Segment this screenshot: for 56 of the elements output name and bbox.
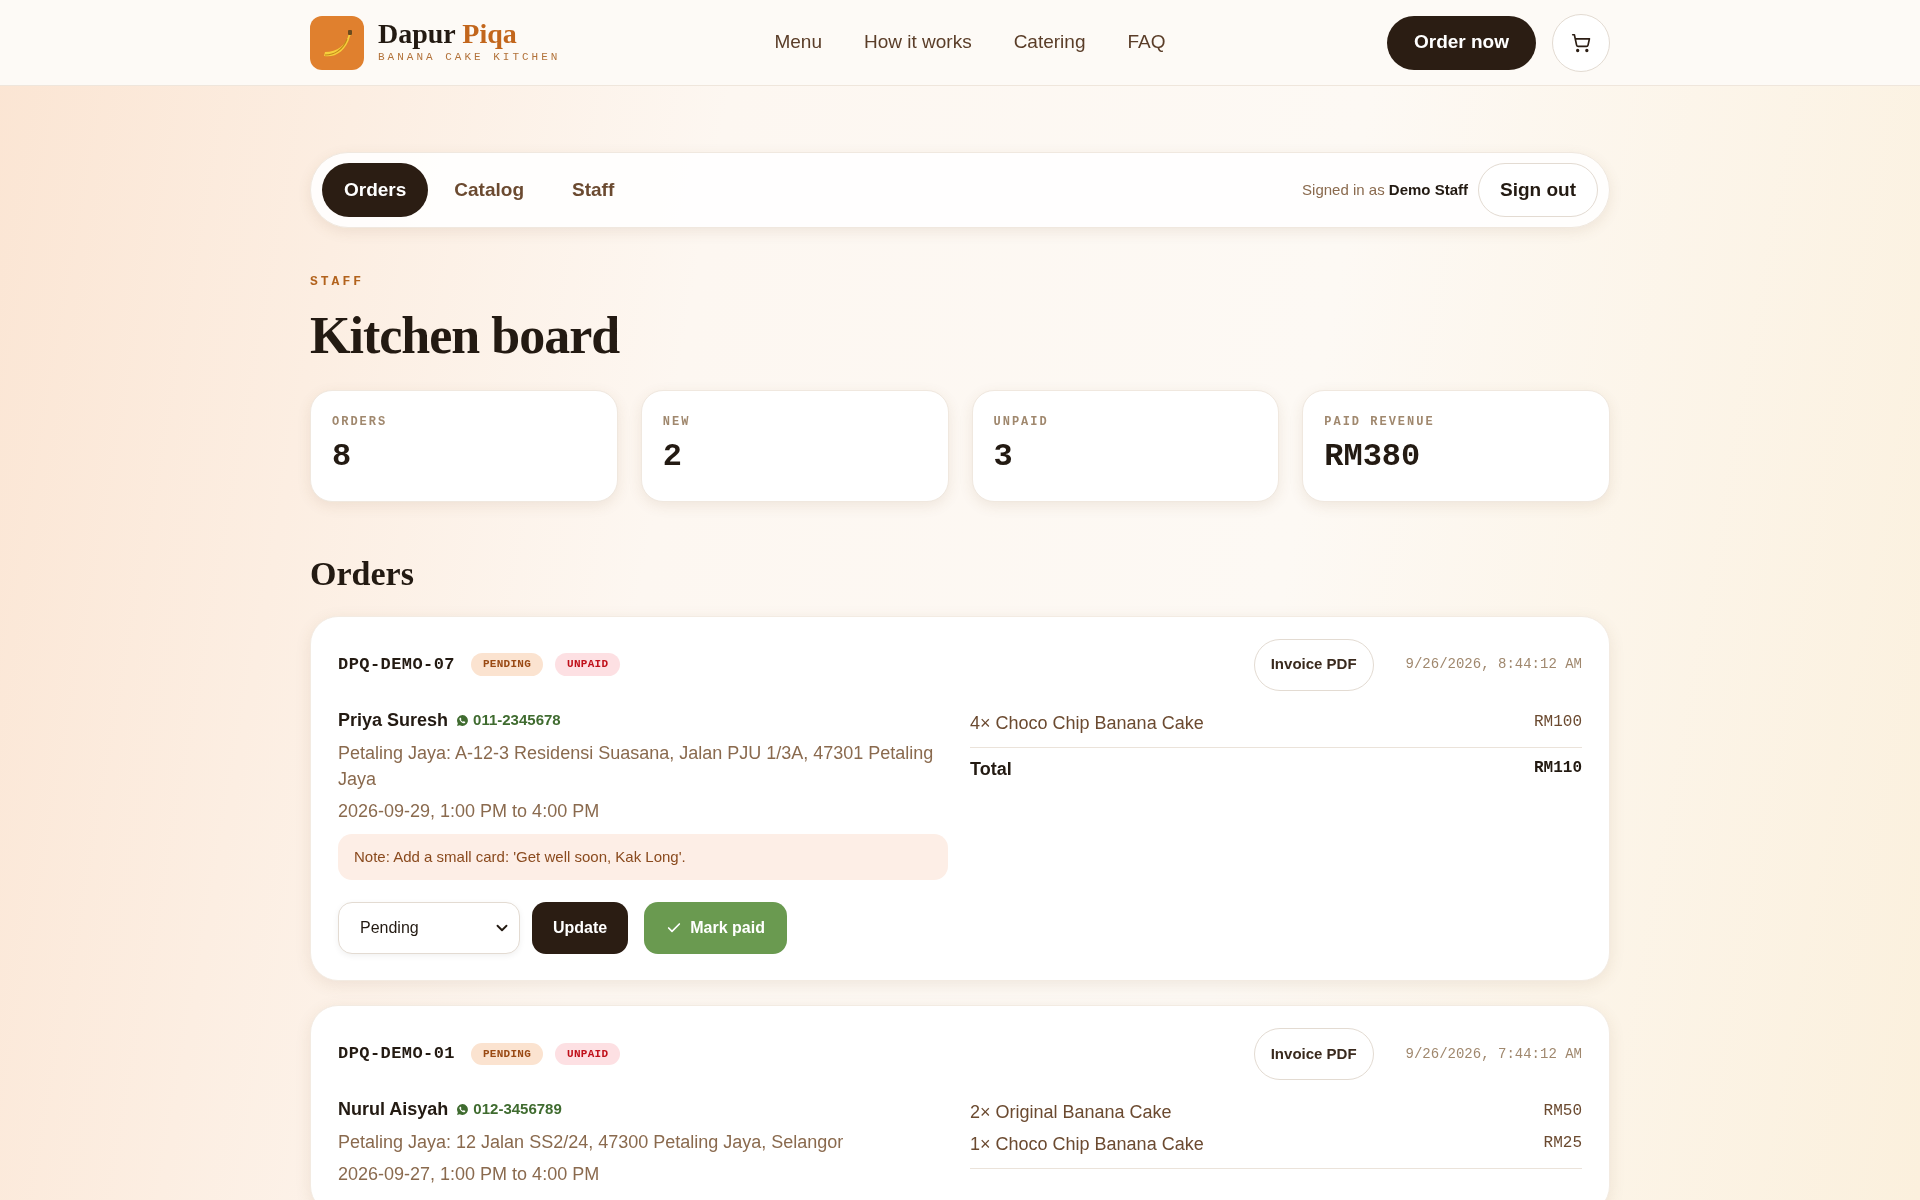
stat-value: 3 (993, 438, 1014, 475)
item-price: RM50 (1543, 1101, 1582, 1122)
customer-phone: 012-3456789 (473, 1099, 562, 1120)
cart-icon (1571, 32, 1591, 53)
delivery-address: Petaling Jaya: 12 Jalan SS2/24, 47300 Petaling Jaya, Selangor (338, 1131, 845, 1154)
stat-value: 8 (332, 438, 353, 475)
whatsapp-icon (456, 1103, 470, 1116)
signed-in-text: Signed in as Demo Staff (1302, 179, 1468, 200)
tab[interactable]: Catalog (432, 163, 546, 217)
stat-label: PAID REVENUE (1324, 413, 1436, 431)
page-title: Kitchen board (310, 305, 621, 366)
item-name: 2× Original Banana Cake (970, 1101, 1172, 1124)
status-badge: PENDING (470, 653, 544, 676)
nav-link[interactable]: Menu (774, 28, 822, 57)
delivery-slot: 2026-09-27, 1:00 PM to 4:00 PM (338, 1161, 948, 1187)
whatsapp-icon (456, 713, 470, 727)
order-id: DPQ-DEMO-01 (338, 1043, 455, 1066)
item-name: 4× Choco Chip Banana Cake (970, 711, 1204, 735)
delivery-address: Petaling Jaya: A-12-3 Residensi Suasana, Jalan PJU 1/3A, 47301 Petaling Jaya (338, 741, 935, 791)
stat-label: UNPAID (993, 413, 1050, 431)
section-heading: Orders (310, 553, 415, 594)
item-name: 1× Choco Chip Banana Cake (970, 1133, 1204, 1156)
order-note: Note: Add a small card: 'Get well soon, Kak Long'. (338, 833, 948, 880)
invoice-pdf-button[interactable]: Invoice PDF (1253, 1028, 1374, 1080)
nav-link[interactable]: Catering (1013, 28, 1086, 57)
order-now-button[interactable]: Order now (1387, 15, 1536, 70)
stat-value: RM380 (1324, 438, 1422, 475)
stat-value: 2 (662, 438, 683, 475)
delivery-slot: 2026-09-29, 1:00 PM to 4:00 PM (338, 797, 948, 824)
status-select[interactable]: Pending (338, 902, 520, 954)
banana-logo-icon (310, 15, 364, 70)
item-price: RM25 (1543, 1133, 1582, 1154)
customer-phone: 011-2345678 (473, 709, 561, 730)
section-eyebrow: STAFF (310, 273, 365, 291)
update-button[interactable]: Update (532, 902, 629, 954)
nav-link[interactable]: FAQ (1127, 28, 1166, 57)
brand-tagline: BANANA CAKE KITCHEN (378, 50, 561, 66)
invoice-pdf-button[interactable]: Invoice PDF (1253, 638, 1374, 691)
brand-name: Dapur Piqa (378, 19, 518, 50)
stat-label: ORDERS (332, 413, 389, 431)
order-timestamp: 9/26/2026, 8:44:12 AM (1405, 655, 1582, 674)
customer-name: Nurul Aisyah (338, 1098, 449, 1121)
payment-badge: UNPAID (555, 1042, 621, 1066)
customer-name: Priya Suresh (338, 708, 449, 732)
tab[interactable]: Orders (322, 163, 429, 217)
total-value: RM110 (1534, 757, 1582, 779)
nav-link[interactable]: How it works (863, 28, 972, 57)
payment-badge: UNPAID (555, 653, 621, 676)
status-badge: PENDING (470, 1042, 544, 1066)
order-id: DPQ-DEMO-07 (338, 653, 455, 676)
item-price: RM100 (1534, 711, 1582, 733)
total-label: Total (970, 757, 1012, 781)
tab[interactable]: Staff (550, 163, 637, 217)
order-timestamp: 9/26/2026, 7:44:12 AM (1405, 1044, 1582, 1064)
stat-label: NEW (662, 413, 692, 431)
sign-out-button[interactable]: Sign out (1478, 163, 1598, 217)
